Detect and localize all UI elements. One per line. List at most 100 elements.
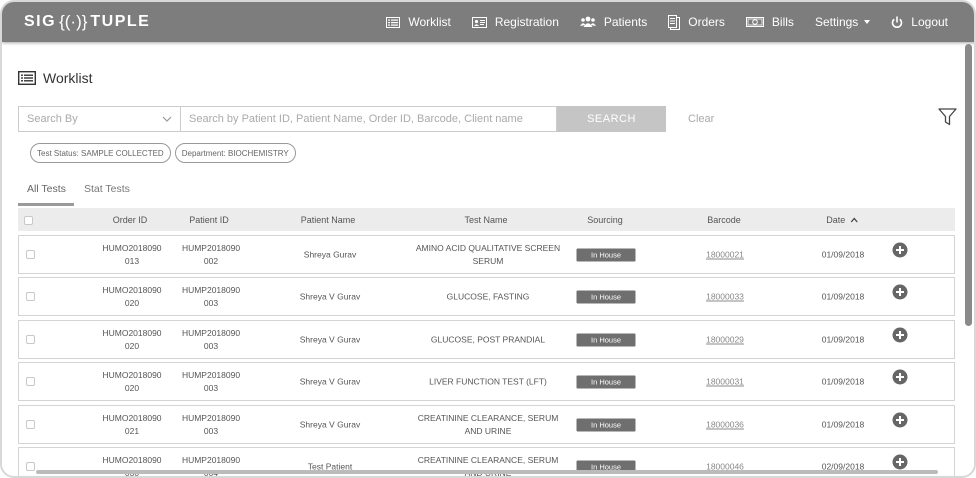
test-name-line1: CREATININE CLEARANCE, SERUM	[417, 412, 559, 423]
row-checkbox[interactable]	[26, 462, 35, 471]
barcode-link[interactable]: 18000036	[706, 418, 744, 431]
row-checkbox[interactable]	[26, 335, 35, 344]
filter-chip-test-status[interactable]: Test Status: SAMPLE COLLECTED	[30, 143, 171, 163]
add-circle-icon[interactable]	[892, 242, 908, 258]
select-all-checkbox[interactable]	[24, 216, 33, 225]
search-button[interactable]: SEARCH	[557, 106, 666, 132]
col-sourcing[interactable]: Sourcing	[587, 215, 623, 225]
patient-name-cell: Shreya V Gurav	[299, 291, 361, 301]
col-patient-id[interactable]: Patient ID	[189, 215, 229, 225]
nav-worklist-label: Worklist	[408, 15, 451, 29]
nav-worklist[interactable]: Worklist	[386, 15, 451, 29]
patient-name-cell: Shreya V Gurav	[299, 376, 361, 386]
page-title: Worklist	[18, 70, 93, 86]
horizontal-scrollbar[interactable]	[36, 470, 938, 474]
col-test-name[interactable]: Test Name	[464, 215, 507, 225]
users-icon	[579, 16, 596, 27]
order-id-line1: HUMO2018090	[102, 284, 162, 295]
order-id-cell: HUMO2018090 020	[102, 284, 161, 310]
main-nav: Worklist Registration Patients Orders Bi…	[365, 2, 948, 42]
patient-id-cell: HUMP2018090 003	[182, 284, 240, 310]
order-id-line1: HUMO2018090	[102, 412, 162, 423]
add-circle-icon[interactable]	[892, 454, 908, 470]
active-filters: Test Status: SAMPLE COLLECTED Department…	[30, 143, 300, 163]
test-tabs: All Tests Stat Tests	[18, 180, 955, 208]
test-name-cell: GLUCOSE, POST PRANDIAL	[431, 333, 545, 346]
nav-registration[interactable]: Registration	[471, 15, 559, 29]
patient-name-cell: Shreya V Gurav	[299, 419, 361, 429]
row-checkbox[interactable]	[26, 420, 35, 429]
col-barcode[interactable]: Barcode	[707, 215, 741, 225]
test-name-cell: AMINO ACID QUALITATIVE SCREEN SERUM	[416, 242, 560, 268]
test-name-line2: SERUM	[472, 255, 504, 266]
table-row[interactable]: HUMO2018090 020 HUMP2018090 003 Shreya V Gur…	[18, 320, 955, 359]
nav-bills[interactable]: Bills	[745, 15, 794, 29]
col-order-id[interactable]: Order ID	[113, 215, 148, 225]
nav-orders-label: Orders	[688, 15, 725, 29]
add-circle-icon[interactable]	[892, 327, 908, 343]
test-name-line2: AND URINE	[464, 425, 512, 436]
document-icon	[668, 14, 681, 30]
vertical-scrollbar[interactable]	[965, 44, 972, 326]
filter-icon[interactable]	[938, 108, 957, 126]
filter-chip-department[interactable]: Department: BIOCHEMISTRY	[174, 143, 296, 163]
power-icon	[892, 16, 903, 28]
test-name-cell: LIVER FUNCTION TEST (LFT)	[429, 375, 547, 388]
patient-id-line1: HUMP2018090	[181, 454, 241, 465]
patient-name-cell: Shreya Gurav	[303, 249, 357, 259]
tab-stat-tests[interactable]: Stat Tests	[84, 183, 130, 195]
col-patient-name[interactable]: Patient Name	[301, 215, 356, 225]
table-row[interactable]: HUMO2018090 020 HUMP2018090 003 Shreya V Gur…	[18, 277, 955, 316]
money-icon	[745, 17, 764, 27]
nav-patients[interactable]: Patients	[579, 15, 647, 29]
barcode-link[interactable]: 18000021	[706, 248, 744, 261]
date-cell: 01/09/2018	[821, 419, 865, 429]
test-name-line1: GLUCOSE, POST PRANDIAL	[430, 334, 546, 344]
table-row[interactable]: HUMO2018090 020 HUMP2018090 003 Shreya V Gur…	[18, 362, 955, 401]
add-circle-icon[interactable]	[892, 369, 908, 385]
order-id-line2: 020	[124, 297, 140, 308]
row-checkbox[interactable]	[26, 292, 35, 301]
patient-id-line2: 003	[203, 297, 219, 308]
sigtuple-logo[interactable]: SIG {(·)} TUPLE	[24, 10, 150, 34]
order-id-line2: 020	[124, 340, 140, 351]
order-id-cell: HUMO2018090 020	[102, 369, 161, 395]
search-by-select[interactable]: Search By	[18, 106, 180, 132]
list-icon	[386, 16, 401, 28]
patient-id-cell: HUMP2018090 003	[182, 412, 240, 438]
patient-id-line2: 003	[203, 382, 219, 393]
search-input[interactable]	[180, 106, 557, 132]
sourcing-badge: In House	[576, 418, 636, 431]
order-id-line2: 013	[124, 255, 140, 266]
date-cell: 01/09/2018	[821, 334, 865, 344]
clear-link[interactable]: Clear	[688, 113, 714, 125]
page-title-text: Worklist	[43, 70, 93, 86]
nav-orders[interactable]: Orders	[668, 14, 725, 30]
chevron-down-icon	[162, 116, 172, 122]
add-circle-icon[interactable]	[892, 412, 908, 428]
sourcing-badge: In House	[576, 248, 636, 261]
nav-logout[interactable]: Logout	[891, 15, 948, 29]
test-name-line1: CREATININE CLEARANCE, SERUM	[417, 454, 559, 465]
sourcing-badge: In House	[576, 375, 636, 388]
patient-id-line1: HUMP2018090	[181, 369, 241, 380]
nav-settings[interactable]: Settings	[815, 15, 871, 29]
test-name-cell: GLUCOSE, FASTING	[447, 290, 530, 303]
patient-id-cell: HUMP2018090 002	[182, 242, 240, 268]
barcode-link[interactable]: 18000033	[706, 290, 744, 303]
logo-mark: {(·)}	[59, 12, 88, 31]
row-checkbox[interactable]	[26, 377, 35, 386]
row-checkbox[interactable]	[26, 250, 35, 259]
patient-id-line1: HUMP2018090	[181, 242, 241, 253]
tab-all-tests[interactable]: All Tests	[27, 183, 66, 195]
add-circle-icon[interactable]	[892, 284, 908, 300]
sort-ascending-icon	[850, 217, 858, 223]
barcode-link[interactable]: 18000029	[706, 333, 744, 346]
col-date[interactable]: Date	[826, 215, 858, 225]
barcode-link[interactable]: 18000031	[706, 375, 744, 388]
logo-text-left: SIG	[24, 13, 57, 30]
patient-id-cell: HUMP2018090 003	[182, 327, 240, 353]
table-row[interactable]: HUMO2018090 021 HUMP2018090 003 Shreya V Gur…	[18, 405, 955, 444]
patient-id-cell: HUMP2018090004	[181, 454, 241, 477]
table-row[interactable]: HUMO2018090 013 HUMP2018090 002 Shreya Gurav…	[18, 235, 955, 274]
